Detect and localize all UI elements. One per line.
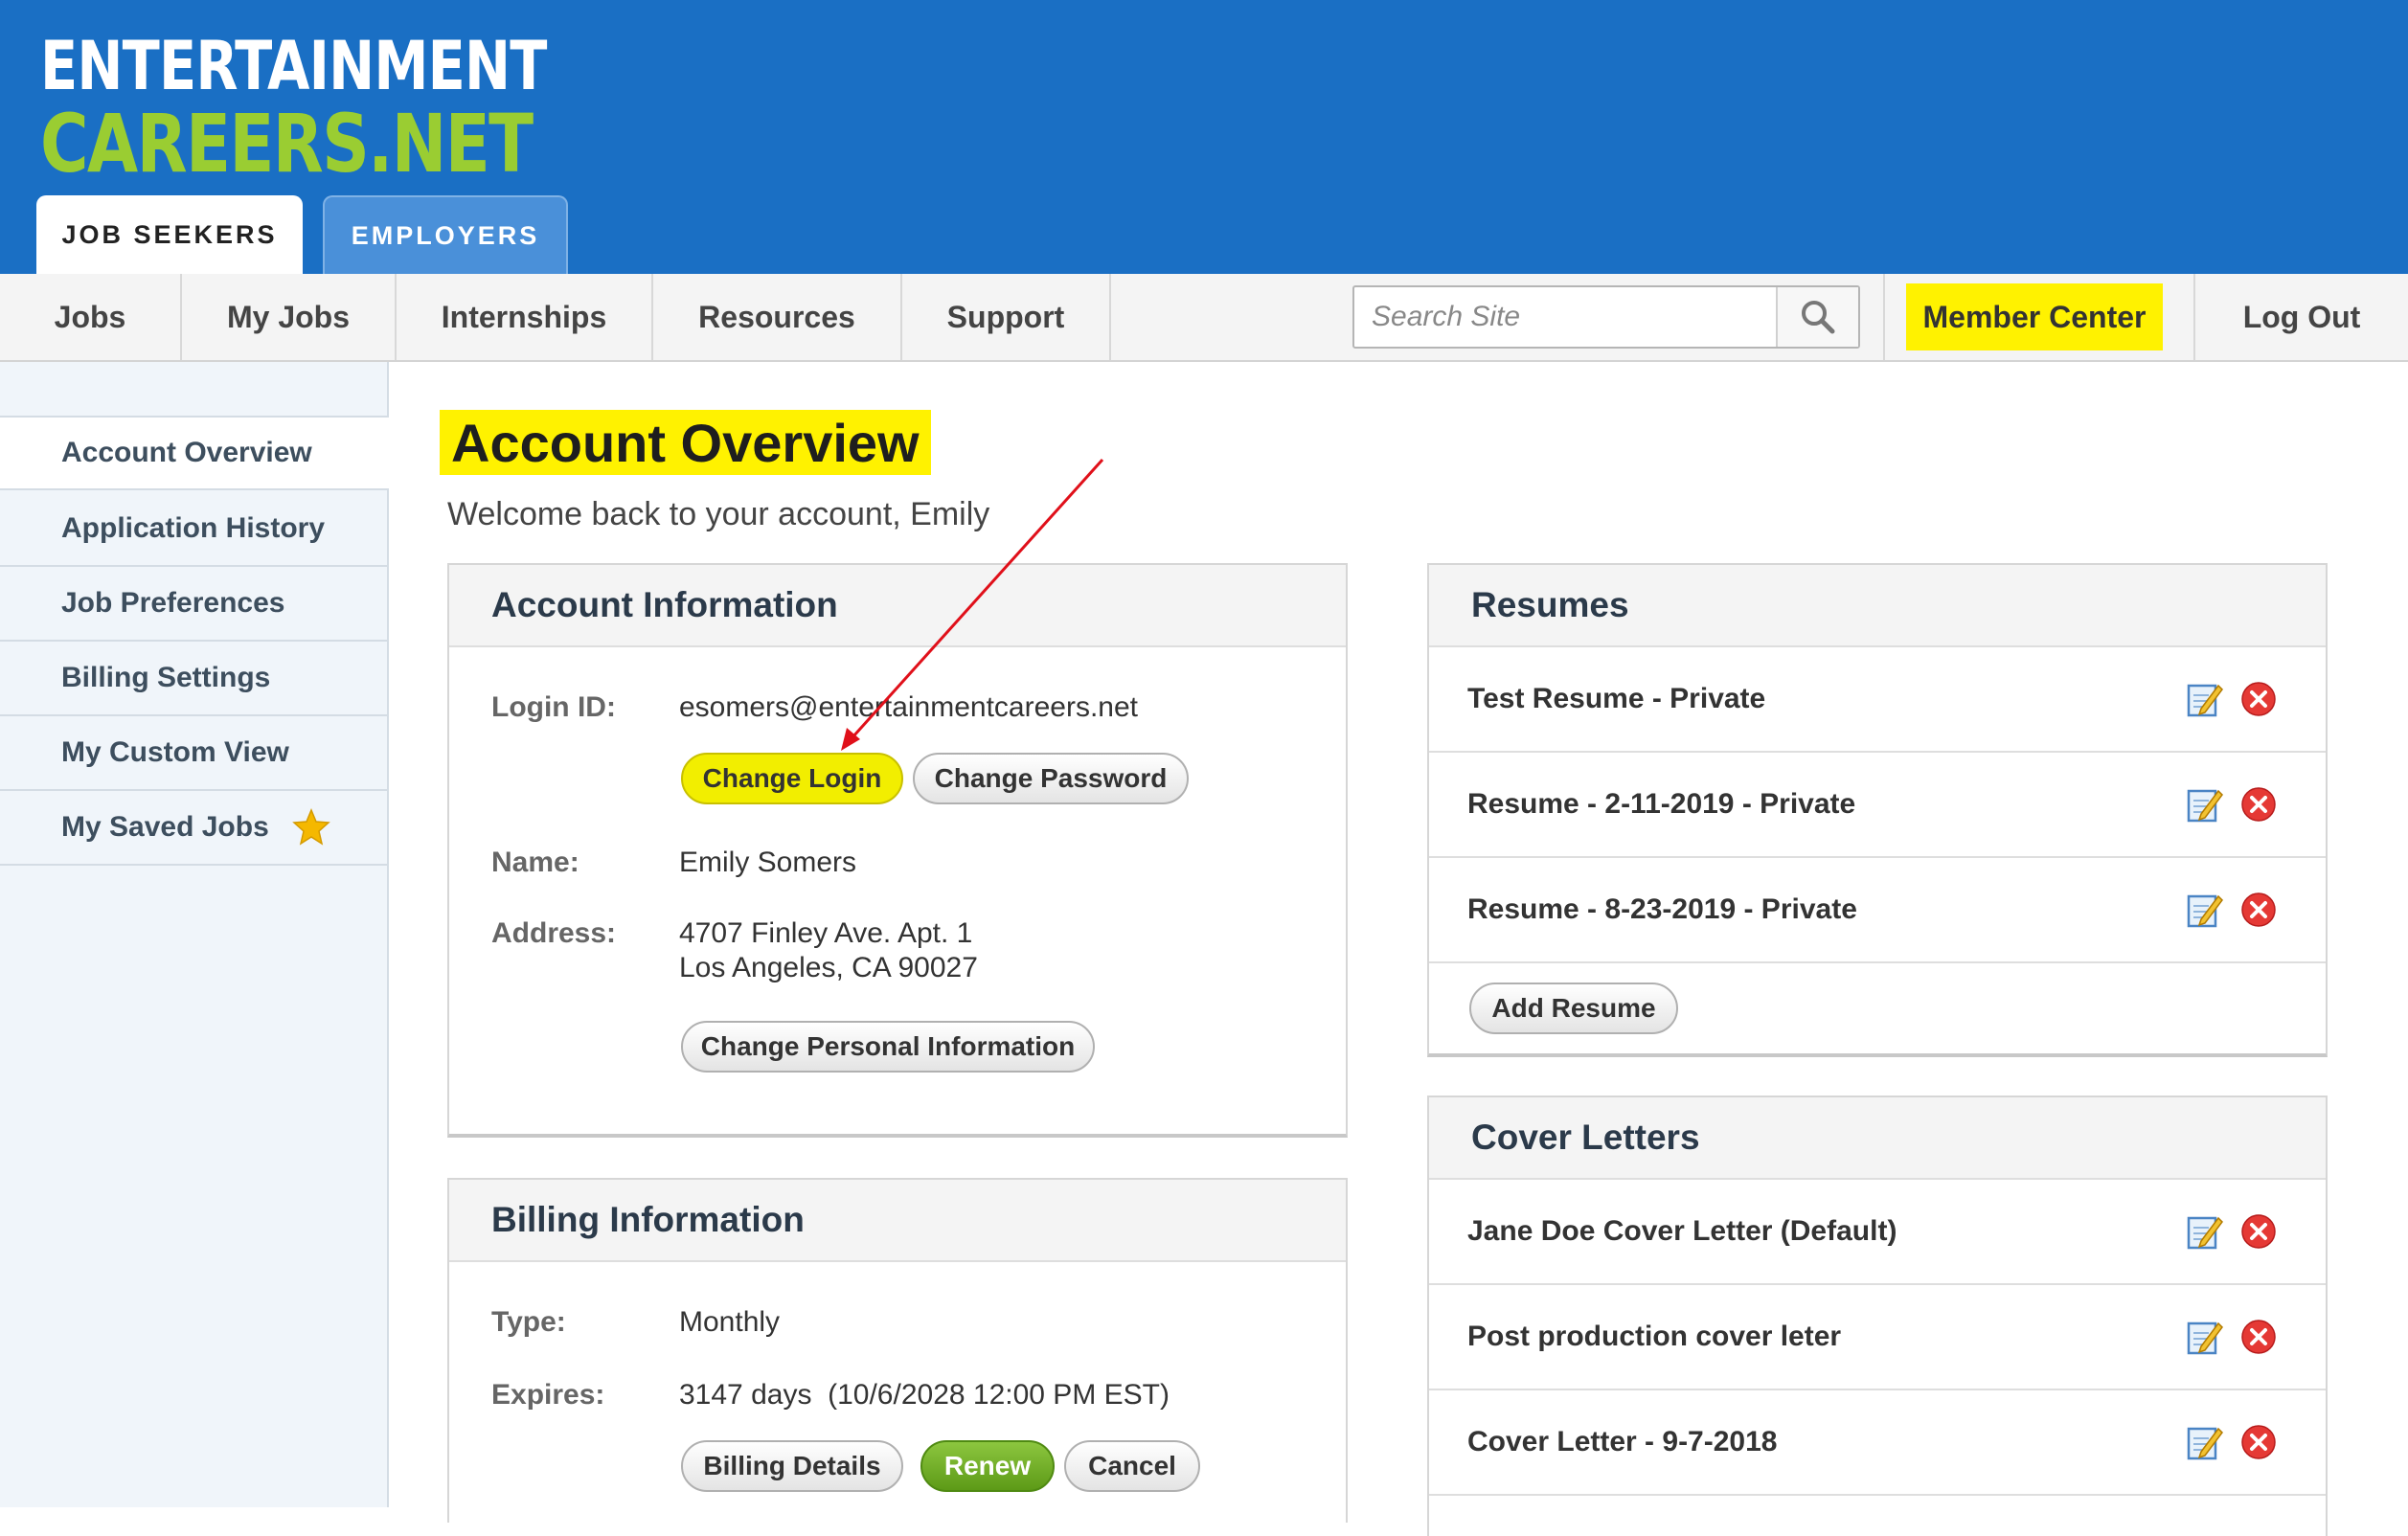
site-logo[interactable]: ENTERTAINMENT CAREERS.NET [40,33,547,184]
cover-letter-row: Cover Letter - 9-7-2018 [1429,1390,2326,1496]
expires-label: Expires: [491,1379,605,1411]
sidebar-item-label: Job Preferences [61,587,285,619]
delete-icon[interactable] [2239,1423,2278,1461]
cover-letters-panel: Cover Letters Jane Doe Cover Letter (Def… [1427,1096,2328,1536]
name-label: Name: [491,847,579,878]
cover-letter-name[interactable]: Post production cover leter [1467,1321,1841,1353]
address-line2: Los Angeles, CA 90027 [679,952,978,983]
login-id-label: Login ID: [491,691,616,723]
nav-divider [1883,274,1885,360]
edit-icon[interactable] [2186,680,2224,718]
welcome-message: Welcome back to your account, Emily [447,496,990,532]
sidebar-item-label: My Saved Jobs [61,811,269,843]
resume-row: Test Resume - Private [1429,647,2326,753]
edit-icon[interactable] [2186,1318,2224,1356]
page-title: Account Overview [440,410,931,475]
delete-icon[interactable] [2239,1212,2278,1251]
row-actions [2186,1212,2278,1251]
search-input[interactable] [1356,289,1778,345]
sidebar-item-my-saved-jobs[interactable]: My Saved Jobs [0,791,389,866]
nav-jobs[interactable]: Jobs [0,274,182,360]
name-value: Emily Somers [679,847,857,878]
panel-heading: Cover Letters [1429,1097,2326,1180]
sidebar-item-label: Account Overview [61,437,312,468]
edit-icon[interactable] [2186,1212,2224,1251]
edit-icon[interactable] [2186,1423,2224,1461]
main-nav: Jobs My Jobs Internships Resources Suppo… [0,274,2408,362]
nav-resources[interactable]: Resources [653,274,902,360]
change-password-button[interactable]: Change Password [913,753,1189,804]
search-icon [1802,301,1835,334]
edit-icon[interactable] [2186,891,2224,929]
tab-job-seekers[interactable]: JOB SEEKERS [36,195,303,274]
login-id-value: esomers@entertainmentcareers.net [679,691,1139,723]
sidebar-item-label: Billing Settings [61,662,271,693]
sidebar-item-my-custom-view[interactable]: My Custom View [0,716,389,791]
search-button[interactable] [1776,287,1858,347]
panel-heading: Billing Information [449,1180,1346,1262]
delete-icon[interactable] [2239,785,2278,824]
nav-internships[interactable]: Internships [397,274,653,360]
delete-icon[interactable] [2239,1318,2278,1356]
row-actions [2186,680,2278,718]
address-label: Address: [491,917,617,949]
nav-member-center[interactable]: Member Center [1906,283,2163,350]
logo-line1: ENTERTAINMENT [40,27,547,105]
cover-letter-name[interactable]: Jane Doe Cover Letter (Default) [1467,1215,1897,1248]
nav-support[interactable]: Support [902,274,1111,360]
cover-letter-row: Jane Doe Cover Letter (Default) [1429,1180,2326,1285]
sidebar-item-label: Application History [61,512,326,544]
site-header: ENTERTAINMENT CAREERS.NET JOB SEEKERS EM… [0,0,2408,274]
expires-value: 3147 days (10/6/2028 12:00 PM EST) [679,1379,1170,1411]
sidebar-item-job-preferences[interactable]: Job Preferences [0,567,389,642]
billing-type-value: Monthly [679,1306,781,1338]
resume-row: Resume - 2-11-2019 - Private [1429,753,2326,858]
panel-heading: Account Information [449,565,1346,647]
row-actions [2186,1423,2278,1461]
logo-line2: CAREERS.NET [40,97,534,191]
sidebar-item-account-overview[interactable]: Account Overview [0,416,389,490]
nav-log-out[interactable]: Log Out [2195,274,2408,360]
renew-button[interactable]: Renew [920,1440,1055,1492]
change-login-button[interactable]: Change Login [681,753,903,804]
delete-icon[interactable] [2239,891,2278,929]
edit-icon[interactable] [2186,785,2224,824]
resume-name[interactable]: Resume - 2-11-2019 - Private [1467,788,1855,821]
tab-employers[interactable]: EMPLOYERS [323,195,568,274]
nav-my-jobs[interactable]: My Jobs [182,274,397,360]
row-actions [2186,1318,2278,1356]
resumes-panel: Resumes Test Resume - Private Resume - 2… [1427,563,2328,1057]
billing-information-panel: Billing Information Type: Monthly Expire… [447,1178,1348,1523]
cover-letter-row: Post production cover leter [1429,1285,2326,1390]
billing-type-label: Type: [491,1306,566,1338]
resume-row: Resume - 8-23-2019 - Private [1429,858,2326,963]
address-line1: 4707 Finley Ave. Apt. 1 [679,917,973,949]
resume-name[interactable]: Resume - 8-23-2019 - Private [1467,893,1857,926]
sidebar-item-label: My Custom View [61,736,289,768]
add-resume-button[interactable]: Add Resume [1469,983,1678,1034]
delete-icon[interactable] [2239,680,2278,718]
resume-name[interactable]: Test Resume - Private [1467,683,1765,715]
row-actions [2186,785,2278,824]
cover-letter-name[interactable]: Cover Letter - 9-7-2018 [1467,1426,1777,1458]
sidebar-item-application-history[interactable]: Application History [0,492,389,567]
change-personal-information-button[interactable]: Change Personal Information [681,1021,1095,1073]
sidebar-item-billing-settings[interactable]: Billing Settings [0,642,389,716]
panel-heading: Resumes [1429,565,2326,647]
sidebar: Account Overview Application History Job… [0,362,389,1507]
row-actions [2186,891,2278,929]
billing-details-button[interactable]: Billing Details [681,1440,903,1492]
cancel-button[interactable]: Cancel [1064,1440,1200,1492]
account-information-panel: Account Information Login ID: esomers@en… [447,563,1348,1138]
star-icon [291,808,330,846]
search-box [1352,285,1860,349]
